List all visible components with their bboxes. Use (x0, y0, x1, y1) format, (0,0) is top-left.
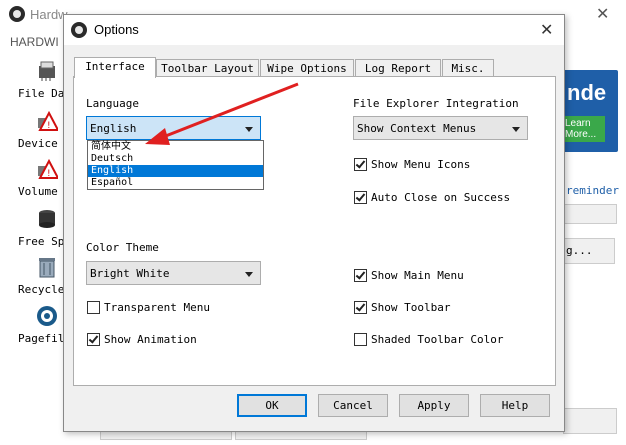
tab-log-report[interactable]: Log Report (355, 59, 441, 77)
sidebar-item-free-space[interactable]: Free Sp (0, 208, 70, 256)
tab-misc[interactable]: Misc. (442, 59, 494, 77)
pagefile-icon (37, 306, 57, 326)
tab-interface[interactable]: Interface (74, 57, 156, 78)
promo-banner[interactable]: nde Learn More... (563, 70, 618, 152)
options-dialog: Options ✕ Interface Toolbar Layout Wipe … (63, 14, 565, 432)
file-shredder-icon (39, 61, 55, 81)
explorer-integration-value: Show Context Menus (357, 122, 477, 135)
close-icon[interactable]: ✕ (540, 20, 553, 39)
tab-wipe-options[interactable]: Wipe Options (260, 59, 354, 77)
sidebar-item-label: File Da (18, 87, 65, 100)
show-toolbar-checkbox[interactable] (354, 301, 367, 314)
recycle-bin-icon (39, 258, 55, 278)
sidebar-item-recycle[interactable]: Recycle (0, 256, 70, 304)
color-theme-select-value: Bright White (90, 267, 170, 280)
sidebar-item-volume[interactable]: ! Volume (0, 158, 70, 206)
language-option-chinese[interactable]: 简体中文 (88, 141, 263, 153)
transparent-menu-label: Transparent Menu (104, 301, 210, 314)
show-menu-icons-label: Show Menu Icons (371, 158, 471, 171)
app-logo-icon (9, 6, 25, 22)
dialog-title: Options (94, 22, 139, 37)
sidebar-item-label: Recycle (18, 283, 65, 296)
bg-input-field[interactable] (563, 204, 617, 224)
show-main-menu-checkbox[interactable] (354, 269, 367, 282)
language-select[interactable]: English (86, 116, 261, 140)
color-theme-label: Color Theme (86, 241, 159, 254)
learn-more-button[interactable]: Learn More... (563, 116, 605, 142)
show-menu-icons-checkbox[interactable] (354, 158, 367, 171)
bg-partial-button[interactable]: g... (563, 238, 615, 264)
auto-close-label: Auto Close on Success (371, 191, 511, 204)
chevron-down-icon (245, 272, 253, 277)
bg-close-icon[interactable]: ✕ (596, 4, 609, 23)
sidebar-item-pagefile[interactable]: Pagefil (0, 305, 70, 353)
sidebar-item-device[interactable]: ! Device (0, 110, 70, 158)
show-main-menu-label: Show Main Menu (371, 269, 464, 282)
sidebar-item-label: Device (18, 137, 58, 150)
auto-close-checkbox[interactable] (354, 191, 367, 204)
chevron-down-icon (512, 127, 520, 132)
device-warning-icon: ! (38, 110, 58, 131)
cancel-button[interactable]: Cancel (318, 394, 388, 417)
free-space-icon (39, 210, 55, 228)
sidebar-item-file-data[interactable]: File Da (0, 60, 70, 108)
help-button[interactable]: Help (480, 394, 550, 417)
show-animation-label: Show Animation (104, 333, 197, 346)
explorer-integration-label: File Explorer Integration (353, 97, 519, 110)
reminder-link[interactable]: reminder (566, 184, 619, 197)
bg-app-subtitle: HARDWI (10, 35, 59, 49)
svg-text:!: ! (47, 121, 51, 131)
svg-text:!: ! (47, 169, 51, 179)
language-option-english[interactable]: English (88, 165, 263, 177)
sidebar-item-label: Pagefil (18, 332, 65, 345)
language-dropdown-list: 简体中文 Deutsch English Español (87, 140, 264, 190)
bg-bottom-button[interactable] (563, 408, 617, 434)
language-option-german[interactable]: Deutsch (88, 153, 263, 165)
bg-partial-button-label: g... (566, 244, 593, 257)
language-select-value: English (90, 122, 137, 135)
tab-toolbar-layout[interactable]: Toolbar Layout (156, 59, 259, 77)
promo-text: nde (567, 80, 607, 105)
shaded-toolbar-label: Shaded Toolbar Color (371, 333, 504, 346)
color-theme-select[interactable]: Bright White (86, 261, 261, 285)
sidebar-item-label: Volume (18, 185, 58, 198)
ok-button[interactable]: OK (237, 394, 307, 417)
apply-button[interactable]: Apply (399, 394, 469, 417)
volume-warning-icon: ! (38, 158, 58, 179)
sidebar-item-label: Free Sp (18, 235, 65, 248)
app-logo-icon (71, 22, 87, 38)
dialog-titlebar[interactable]: Options ✕ (64, 15, 564, 45)
show-animation-checkbox[interactable] (87, 333, 100, 346)
language-option-spanish[interactable]: Español (88, 177, 263, 189)
show-toolbar-label: Show Toolbar (371, 301, 451, 314)
chevron-down-icon (245, 127, 253, 132)
bg-app-title: Hardw (30, 7, 68, 22)
transparent-menu-checkbox[interactable] (87, 301, 100, 314)
explorer-integration-select[interactable]: Show Context Menus (353, 116, 528, 140)
language-label: Language (86, 97, 139, 110)
shaded-toolbar-checkbox[interactable] (354, 333, 367, 346)
